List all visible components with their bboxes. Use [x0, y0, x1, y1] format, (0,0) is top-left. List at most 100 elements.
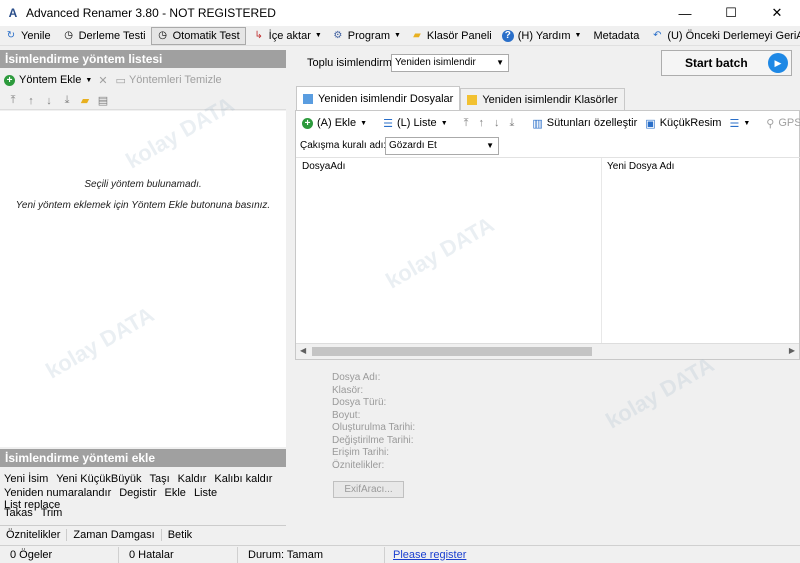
method-remove[interactable]: Kaldır	[178, 473, 207, 485]
refresh-icon: ↻	[6, 30, 16, 41]
move-bottom-icon[interactable]: ⤓	[58, 94, 76, 107]
tab-rename-folders[interactable]: Yeniden isimlendir Klasörler	[460, 88, 625, 110]
test-batch-button[interactable]: ◷ Derleme Testi	[58, 27, 151, 45]
clock-icon: ◷	[158, 30, 167, 41]
program-menu[interactable]: ⚙ Program ▼	[327, 27, 406, 45]
prop-accessed: Erişim Tarihi:	[332, 447, 390, 458]
prop-attributes: Öznitelikler:	[332, 459, 385, 471]
files-panel: + (A) Ekle ▼ ☰ (L) Liste ▼ ⤒ ↑ ↓ ⤓ ▥ Süt…	[295, 110, 800, 360]
method-move[interactable]: Taşı	[149, 473, 169, 485]
prop-created: Oluşturulma Tarihi:	[332, 422, 416, 433]
view-menu-button[interactable]: ☰ ▼	[729, 117, 750, 130]
prop-filetype: Dosya Türü:	[332, 397, 387, 408]
scroll-right-icon[interactable]: ▶	[789, 346, 795, 355]
move-down-icon[interactable]: ↓	[40, 95, 58, 107]
method-timestamp[interactable]: Zaman Damgası	[67, 529, 162, 541]
app-icon: A	[8, 6, 18, 20]
status-bar: 0 Ögeler 0 Hatalar Durum: Tamam Please r…	[0, 545, 800, 563]
gps-values-button[interactable]: ⚲ GPS Values	[766, 117, 800, 130]
image-icon: ▣	[645, 117, 656, 130]
window-controls: — ☐ ✕	[662, 0, 800, 26]
method-row: Yeni İsim Yeni KüçükBüyük Taşı Kaldır Ka…	[4, 470, 286, 487]
thumbnail-button[interactable]: ▣ KüçükResim	[645, 117, 721, 130]
chevron-down-icon: ▼	[440, 119, 448, 127]
columns-icon: ▥	[532, 117, 543, 130]
close-icon: ✕	[98, 74, 108, 87]
file-grid[interactable]: DosyaAdı Yeni Dosya Adı	[296, 157, 800, 344]
method-trim[interactable]: Trim	[41, 507, 63, 519]
register-link[interactable]: Please register	[385, 549, 466, 561]
status-errors: 0 Hatalar	[119, 546, 238, 563]
move-top-icon[interactable]: ⤒	[464, 117, 469, 130]
method-attributes[interactable]: Öznitelikler	[0, 529, 68, 541]
eraser-icon: ▭	[115, 74, 126, 87]
add-files-button[interactable]: + (A) Ekle ▼	[302, 117, 367, 129]
collision-rule-select[interactable]: Gözardı Et ▼	[385, 137, 499, 155]
method-list[interactable]: Liste	[194, 487, 217, 499]
scroll-left-icon[interactable]: ◀	[300, 346, 306, 355]
horizontal-scrollbar[interactable]: ◀ ▶	[296, 343, 799, 359]
add-method-header: İsimlendirme yöntemi ekle	[0, 449, 286, 467]
customize-columns-button[interactable]: ▥ Sütunları özelleştir	[532, 117, 637, 130]
folder-panel-button[interactable]: ▰ Klasör Paneli	[406, 27, 497, 45]
chevron-down-icon: ▼	[743, 119, 751, 127]
method-order-toolbar: ⤒ ↑ ↓ ⤓ ▰ ▤	[0, 92, 286, 110]
file-properties: Dosya Adı: Klasör: Dosya Türü: Boyut: Ol…	[332, 372, 415, 472]
method-add[interactable]: Ekle	[165, 487, 186, 499]
document-icon	[303, 93, 313, 104]
auto-test-button[interactable]: ◷ Otomatik Test	[150, 26, 246, 45]
method-links: Yeni İsim Yeni KüçükBüyük Taşı Kaldır Ka…	[4, 470, 286, 521]
move-bottom-icon[interactable]: ⤓	[510, 117, 515, 130]
method-swap[interactable]: Takas	[4, 507, 33, 519]
open-folder-icon[interactable]: ▰	[76, 94, 94, 107]
method-script[interactable]: Betik	[162, 529, 198, 541]
method-remove-pattern[interactable]: Kalıbı kaldır	[214, 473, 272, 485]
folder-icon: ▰	[413, 30, 421, 41]
extra-method-tabs: Öznitelikler Zaman Damgası Betik	[0, 525, 286, 544]
move-down-icon[interactable]: ↓	[494, 117, 500, 129]
exif-tool-button[interactable]: ExifAracı...	[333, 481, 404, 498]
undo-batch-button[interactable]: ↶ (U) Önceki Derlemeyi GeriAl	[646, 27, 800, 45]
files-toolbar: + (A) Ekle ▼ ☰ (L) Liste ▼ ⤒ ↑ ↓ ⤓ ▥ Süt…	[296, 113, 800, 133]
empty-message: Seçili yöntem bulunamadı.	[84, 179, 202, 190]
metadata-button[interactable]: Metadata	[588, 27, 644, 45]
start-batch-button[interactable]: Start batch ▶	[661, 50, 792, 76]
method-row: Takas Trim	[4, 504, 286, 521]
chevron-down-icon: ▼	[486, 141, 494, 150]
method-renumber[interactable]: Yeniden numaralandır	[4, 487, 111, 499]
prop-size: Boyut:	[332, 409, 361, 421]
minimize-button[interactable]: —	[662, 0, 708, 26]
move-top-icon[interactable]: ⤒	[4, 94, 22, 107]
import-menu[interactable]: ↳ İçe aktar ▼	[248, 27, 327, 45]
plus-icon: +	[4, 74, 15, 86]
maximize-button[interactable]: ☐	[708, 0, 754, 26]
status-items: 0 Ögeler	[0, 546, 119, 563]
list-icon: ☰	[383, 117, 393, 130]
help-menu[interactable]: ? (H) Yardım ▼	[497, 27, 587, 45]
watermark: kolay DATA	[601, 351, 719, 434]
refresh-button[interactable]: ↻ Yenile	[0, 27, 56, 45]
tab-rename-files[interactable]: Yeniden isimlendir Dosyalar	[296, 86, 461, 110]
method-replace[interactable]: Degistir	[119, 487, 156, 499]
method-new-name[interactable]: Yeni İsim	[4, 473, 48, 485]
clear-methods-button[interactable]: ✕ ▭ Yöntemleri Temizle	[98, 74, 221, 87]
prop-folder: Klasör:	[332, 384, 364, 396]
scroll-thumb[interactable]	[312, 347, 592, 356]
plus-icon: +	[302, 117, 313, 129]
move-up-icon[interactable]: ↑	[22, 95, 40, 107]
batch-mode-select[interactable]: Yeniden isimlendir ▼	[391, 54, 509, 72]
add-method-button[interactable]: + Yöntem Ekle ▼	[4, 74, 92, 86]
save-icon[interactable]: ▤	[94, 94, 112, 107]
status-state: Durum: Tamam	[238, 546, 385, 563]
close-button[interactable]: ✕	[754, 0, 800, 26]
prop-filename: Dosya Adı:	[332, 372, 381, 383]
method-new-case[interactable]: Yeni KüçükBüyük	[56, 473, 141, 485]
chevron-down-icon: ▼	[496, 58, 504, 67]
column-header-new-filename[interactable]: Yeni Dosya Adı	[607, 161, 674, 172]
chevron-down-icon: ▼	[314, 32, 322, 39]
list-menu-button[interactable]: ☰ (L) Liste ▼	[383, 117, 448, 130]
column-divider[interactable]	[601, 158, 602, 344]
column-header-filename[interactable]: DosyaAdı	[302, 161, 345, 172]
move-up-icon[interactable]: ↑	[479, 117, 485, 129]
undo-icon: ↶	[653, 30, 662, 41]
